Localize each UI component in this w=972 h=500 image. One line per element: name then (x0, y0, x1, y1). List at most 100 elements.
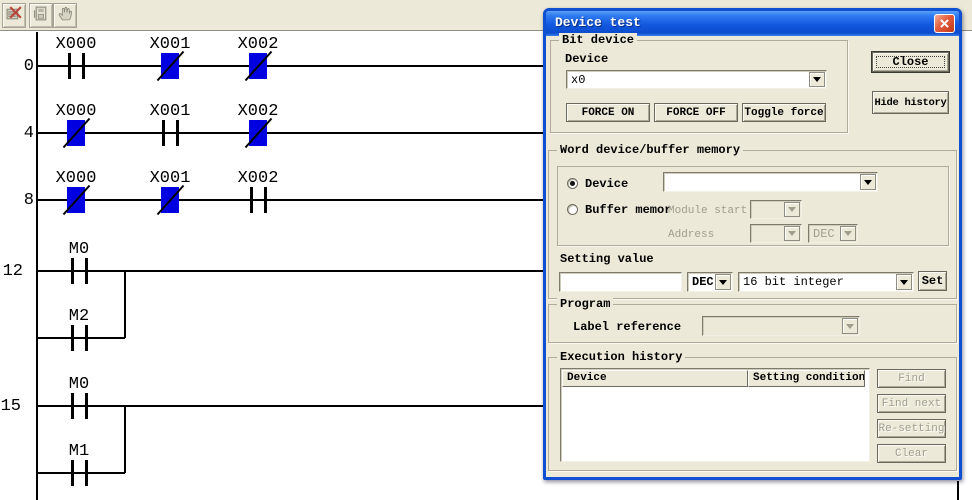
chevron-down-icon (719, 280, 727, 289)
contact-bar (71, 325, 74, 351)
device-test-dialog: Device test Bit device Device x0 FORCE O… (543, 8, 962, 480)
module-start-dropdown-button (784, 202, 800, 217)
right-power-rail (957, 481, 959, 500)
close-button[interactable]: Close (872, 52, 949, 72)
chevron-down-icon (788, 207, 796, 216)
word-device-combobox[interactable] (663, 172, 878, 192)
rung-step-number: 12 (0, 262, 23, 281)
contact-label: X000 (31, 102, 121, 121)
device-test-hand-icon (57, 5, 74, 27)
parallel-branch-line (36, 472, 125, 474)
toolbar-button-device-test[interactable] (53, 3, 77, 28)
contact-bar (68, 53, 71, 79)
word-device-dropdown-button[interactable] (860, 174, 876, 190)
chevron-down-icon (864, 180, 872, 189)
label-reference-label: Label reference (573, 320, 681, 334)
setting-value-input[interactable] (559, 272, 682, 292)
device-radio[interactable] (567, 178, 578, 189)
contact-label: X001 (125, 35, 215, 54)
find-next-button: Find next (877, 394, 946, 413)
chevron-down-icon (900, 280, 908, 289)
contact-bar (250, 187, 253, 213)
bit-device-value: x0 (571, 73, 585, 87)
parallel-branch-vertical (124, 406, 126, 473)
entry-data-monitor-icon (33, 5, 50, 27)
setting-value-label: Setting value (560, 252, 654, 266)
parallel-branch-vertical (124, 271, 126, 338)
bit-device-group-label: Bit device (559, 33, 637, 47)
contact-bar (176, 120, 179, 146)
bit-device-dropdown-button[interactable] (809, 72, 825, 87)
chevron-down-icon (844, 231, 852, 240)
execution-history-group-label: Execution history (557, 350, 685, 364)
rung-step-number: 15 (0, 397, 21, 416)
contact-bar (264, 187, 267, 213)
rung-line (36, 199, 543, 201)
hide-history-button[interactable]: Hide history (872, 91, 949, 114)
contact-bar (71, 258, 74, 284)
contact-bar (85, 460, 88, 486)
toolbar-button-entry-data-monitor[interactable] (29, 3, 53, 28)
rung-line (36, 270, 543, 272)
contact-label: X002 (213, 102, 303, 121)
toolbar-button-monitor-stop[interactable] (2, 3, 26, 28)
set-button[interactable]: Set (918, 271, 947, 291)
module-start-combobox (750, 200, 802, 219)
bit-device-combobox[interactable]: x0 (566, 70, 827, 89)
address-format-dropdown-button (840, 226, 856, 241)
contact-bar (71, 460, 74, 486)
contact-bar (85, 325, 88, 351)
rung-line (36, 65, 543, 67)
parallel-branch-line (36, 337, 125, 339)
device-radio-label: Device (585, 177, 628, 191)
buffer-memory-radio-label: Buffer memor (585, 203, 671, 217)
rung-line (36, 405, 543, 407)
close-button-x[interactable] (934, 14, 955, 33)
clear-button: Clear (877, 444, 946, 463)
dialog-title: Device test (555, 15, 641, 30)
address-combobox (750, 224, 802, 243)
label-reference-combobox (702, 316, 860, 336)
contact-label: M1 (34, 442, 124, 461)
bit-device-device-label: Device (565, 52, 608, 66)
address-format-combobox: DEC (808, 224, 858, 243)
contact-label: X000 (31, 35, 121, 54)
force-on-button[interactable]: FORCE ON (566, 103, 650, 122)
program-group-label: Program (557, 297, 613, 311)
label-reference-dropdown-button (842, 318, 858, 334)
column-header-device[interactable]: Device (562, 370, 748, 387)
toggle-force-button[interactable]: Toggle force (742, 103, 826, 122)
execution-history-list[interactable]: Device Setting condition (560, 368, 870, 462)
contact-bar (162, 120, 165, 146)
chevron-down-icon (788, 231, 796, 240)
contact-bar (85, 393, 88, 419)
address-dropdown-button (784, 226, 800, 241)
contact-bar (71, 393, 74, 419)
chevron-down-icon (813, 77, 821, 86)
module-start-label: Module start (668, 205, 747, 217)
contact-label: M2 (34, 307, 124, 326)
contact-bar (85, 258, 88, 284)
contact-label: X001 (125, 102, 215, 121)
data-type-combobox[interactable]: 16 bit integer (738, 272, 914, 292)
contact-label: X002 (213, 35, 303, 54)
chevron-down-icon (846, 324, 854, 333)
data-type-dropdown-button[interactable] (896, 274, 912, 290)
monitor-stop-icon (6, 5, 23, 27)
contact-label: M0 (34, 375, 124, 394)
contact-label: X002 (213, 169, 303, 188)
contact-label: X000 (31, 169, 121, 188)
rung-step-number: 8 (2, 191, 34, 210)
word-device-group-label: Word device/buffer memory (557, 143, 743, 157)
column-header-setting-condition[interactable]: Setting condition (748, 370, 865, 387)
close-x-icon (940, 15, 949, 33)
rung-step-number: 0 (2, 57, 34, 76)
contact-bar (82, 53, 85, 79)
contact-label: X001 (125, 169, 215, 188)
buffer-memory-radio[interactable] (567, 204, 578, 215)
contact-label: M0 (34, 240, 124, 259)
format-combobox[interactable]: DEC (687, 272, 733, 292)
re-setting-button: Re-setting (877, 419, 946, 438)
format-dropdown-button[interactable] (715, 274, 731, 290)
force-off-button[interactable]: FORCE OFF (654, 103, 738, 122)
